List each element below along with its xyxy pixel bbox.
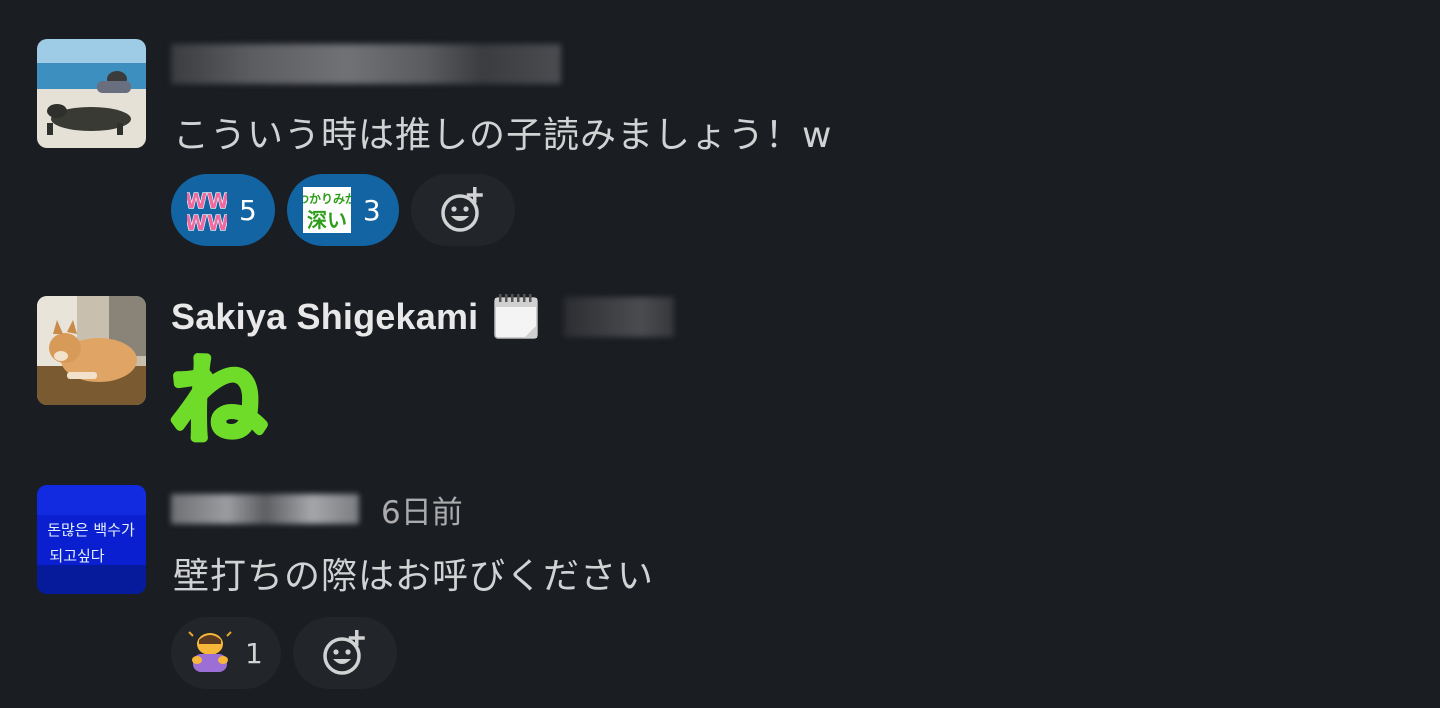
svg-text:ね: ね — [170, 346, 266, 450]
message-text: こういう時は推しの子読みましょう！w — [173, 115, 833, 156]
reaction-count: 1 — [245, 636, 263, 670]
neon-sign-avatar-image: 돈많은 백수가 되고싶다 — [37, 485, 146, 594]
dog-avatar-image — [37, 296, 146, 405]
svg-text:わかりみが: わかりみが — [303, 191, 351, 206]
reactions-bar: WW WW 5 わかりみが 深い 3 — [171, 174, 515, 246]
add-reaction-button[interactable] — [410, 174, 515, 246]
svg-text:WW: WW — [187, 189, 227, 213]
beach-avatar-image — [37, 39, 146, 148]
message-3: 돈많은 백수가 되고싶다 6日前 壁打ちの際はお呼びください 1 — [0, 475, 1440, 708]
author-name[interactable]: Sakiya Shigekami — [171, 296, 478, 338]
www-emoji: WW WW — [187, 188, 227, 232]
reaction-wakarimi-ga-fukai[interactable]: わかりみが 深い 3 — [286, 174, 399, 246]
author-row: Sakiya Shigekami — [171, 294, 675, 340]
reaction-www[interactable]: WW WW 5 — [171, 174, 275, 246]
svg-text:WW: WW — [187, 211, 227, 232]
reaction-person-bowing[interactable]: 1 — [171, 617, 281, 689]
reaction-count: 3 — [362, 193, 381, 227]
add-reaction-button[interactable] — [292, 617, 397, 689]
wakarimi-ga-fukai-emoji: わかりみが 深い — [302, 187, 351, 233]
author-row: 6日前 — [171, 487, 463, 531]
add-emoji-icon — [440, 187, 483, 232]
person-bowing-emoji — [187, 631, 233, 675]
redacted-author-name — [171, 44, 561, 84]
avatar[interactable]: 돈많은 백수가 되고싶다 — [37, 485, 146, 594]
add-emoji-icon — [323, 630, 365, 675]
reaction-count: 5 — [239, 193, 257, 227]
avatar[interactable] — [37, 296, 146, 405]
redacted-status — [564, 297, 675, 337]
calendar-icon — [494, 294, 539, 340]
redacted-author-name — [171, 494, 359, 524]
timestamp[interactable]: 6日前 — [381, 487, 463, 532]
svg-text:深い: 深い — [307, 208, 347, 232]
svg-text:되고싶다: 되고싶다 — [49, 547, 104, 565]
reactions-bar: 1 — [171, 617, 397, 689]
message-text: 壁打ちの際はお呼びください — [173, 556, 655, 597]
svg-text:돈많은 백수가: 돈많은 백수가 — [47, 521, 135, 539]
message-2: Sakiya Shigekami ね — [0, 260, 1440, 475]
ne-stamp-emoji: ね — [167, 342, 274, 460]
message-1: こういう時は推しの子読みましょう！w WW WW 5 わかりみが 深い 3 — [0, 0, 1440, 260]
author-row — [171, 44, 561, 84]
avatar[interactable] — [37, 39, 146, 148]
